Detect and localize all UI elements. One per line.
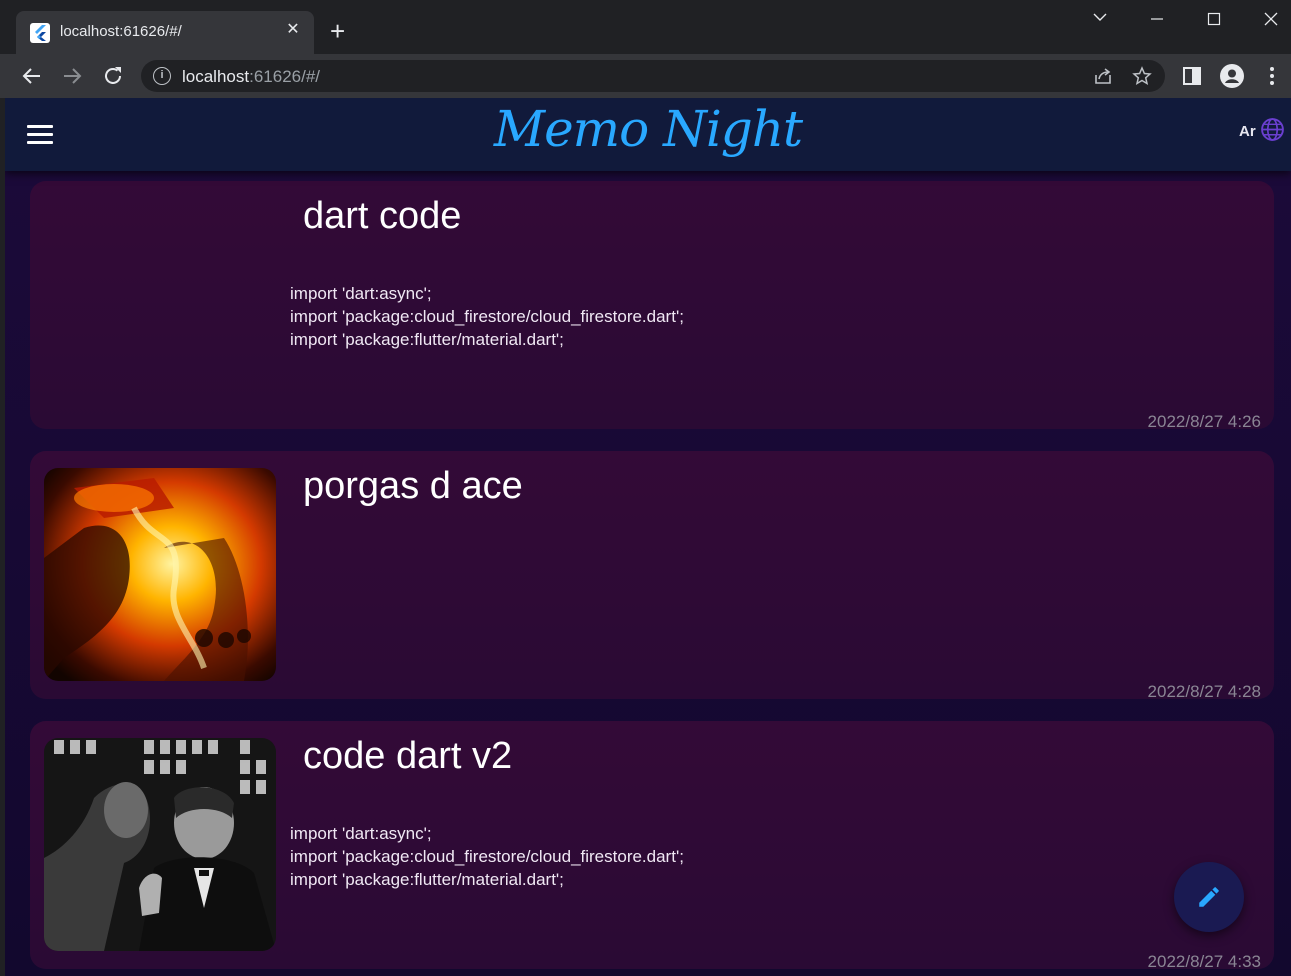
note-title: code dart v2 xyxy=(303,735,513,777)
note-card[interactable]: porgas d ace 2022/8/27 4:28 xyxy=(30,451,1274,701)
note-card[interactable]: dart code import 'dart:async'; import 'p… xyxy=(30,181,1274,431)
close-window-icon[interactable] xyxy=(1256,8,1286,32)
app-bar: Memo Night Ar xyxy=(5,98,1291,171)
pencil-icon xyxy=(1199,887,1219,907)
bookmark-star-icon[interactable] xyxy=(1132,66,1152,86)
note-image xyxy=(44,468,276,681)
note-date: 2022/8/27 4:26 xyxy=(1147,412,1261,431)
browser-tabstrip: localhost:61626/#/ ✕ + xyxy=(0,0,1291,54)
back-arrow-icon[interactable] xyxy=(20,64,44,88)
note-title: dart code xyxy=(303,195,462,237)
tab-title: localhost:61626/#/ xyxy=(60,23,182,40)
forward-arrow-icon[interactable] xyxy=(60,64,84,88)
globe-icon[interactable] xyxy=(1260,117,1285,142)
app-viewport: Memo Night Ar dart code import 'dart:asy… xyxy=(5,98,1291,976)
language-toggle-label[interactable]: Ar xyxy=(1239,123,1256,140)
address-bar[interactable]: i localhost:61626/#/ xyxy=(141,60,1165,92)
share-icon[interactable] xyxy=(1093,66,1113,86)
tab-close-icon[interactable]: ✕ xyxy=(284,21,302,39)
tab-search-icon[interactable] xyxy=(1085,8,1115,32)
browser-tab[interactable]: localhost:61626/#/ ✕ xyxy=(16,11,314,54)
add-note-button[interactable] xyxy=(1174,862,1244,932)
side-panel-icon[interactable] xyxy=(1180,64,1204,88)
url-text: localhost:61626/#/ xyxy=(182,67,321,86)
note-body: import 'dart:async'; import 'package:clo… xyxy=(290,284,684,349)
browser-menu-icon[interactable] xyxy=(1260,64,1284,88)
flutter-favicon-icon xyxy=(30,23,50,43)
browser-toolbar: i localhost:61626/#/ xyxy=(0,54,1291,98)
note-image xyxy=(44,738,276,951)
note-body: import 'dart:async'; import 'package:clo… xyxy=(290,824,684,889)
note-date: 2022/8/27 4:33 xyxy=(1147,952,1261,971)
note-date: 2022/8/27 4:28 xyxy=(1147,682,1261,701)
note-title: porgas d ace xyxy=(303,465,523,507)
new-tab-icon[interactable]: + xyxy=(330,18,345,44)
profile-avatar-icon[interactable] xyxy=(1220,64,1244,88)
app-title: Memo Night xyxy=(493,100,803,158)
note-card[interactable]: code dart v2 import 'dart:async'; import… xyxy=(30,721,1274,971)
reload-icon[interactable] xyxy=(101,64,125,88)
site-info-icon[interactable]: i xyxy=(153,67,171,85)
maximize-icon[interactable] xyxy=(1199,8,1229,32)
minimize-icon[interactable] xyxy=(1142,8,1172,32)
